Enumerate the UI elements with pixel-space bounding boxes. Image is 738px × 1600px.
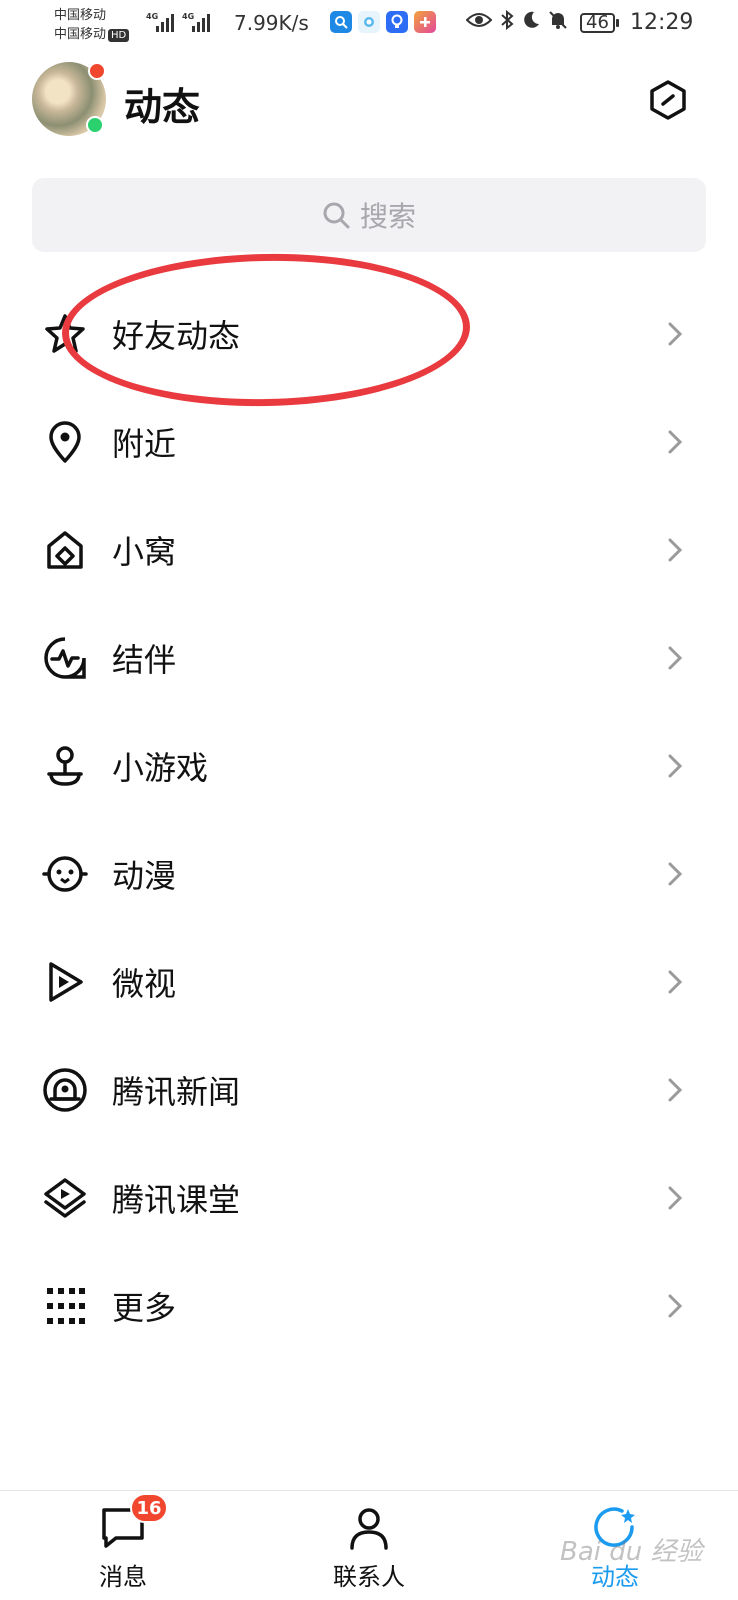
news-bell-icon [42,1067,88,1113]
hd-badge: HD [108,29,130,42]
chevron-right-icon [662,1293,688,1319]
menu-item-label: 动漫 [112,857,177,895]
menu-item-mini-games[interactable]: 小游戏 [0,712,738,820]
signal-indicators: 4G 4G [146,12,210,32]
chevron-right-icon [662,645,688,671]
signal-2-icon: 4G [182,12,210,32]
tab-label: 消息 [99,1563,147,1591]
status-bar: 中国移动 中国移动 HD 4G 4G 7.99K/s 46 12:29 [0,0,738,48]
chevron-right-icon [662,321,688,347]
menu-item-tencent-classroom[interactable]: 腾讯课堂 [0,1144,738,1252]
moon-icon [522,11,540,34]
chevron-right-icon [662,969,688,995]
grid-dots-icon [42,1283,88,1329]
menu-item-companion[interactable]: 结伴 [0,604,738,712]
bell-off-icon [548,10,568,35]
carrier-1: 中国移动 [54,8,107,23]
menu-item-label: 好友动态 [112,317,241,355]
menu-item-friend-feed[interactable]: 好友动态 [0,280,738,388]
pulse-icon [42,635,88,681]
network-speed: 7.99K/s [234,11,309,35]
search-bar[interactable]: 搜索 [32,178,706,252]
settings-button[interactable] [648,80,688,120]
tab-label: 动态 [591,1563,639,1591]
chevron-right-icon [662,1185,688,1211]
chevron-right-icon [662,861,688,887]
unread-badge: 16 [130,1493,168,1523]
menu-item-label: 更多 [112,1289,177,1327]
carrier-2: 中国移动 [54,27,107,42]
chevron-right-icon [662,753,688,779]
menu-item-label: 腾讯课堂 [112,1181,241,1219]
tab-label: 联系人 [333,1563,405,1591]
tab-contacts[interactable]: 联系人 [294,1491,444,1600]
menu-item-label: 小游戏 [112,749,209,787]
house-icon [42,527,88,573]
menu-item-weishi[interactable]: 微视 [0,928,738,1036]
clock: 12:29 [630,10,694,35]
menu-item-nest[interactable]: 小窝 [0,496,738,604]
menu-item-label: 附近 [112,425,177,463]
menu-item-anime[interactable]: 动漫 [0,820,738,928]
chevron-right-icon [662,1077,688,1103]
online-status-dot [86,116,104,134]
signal-1-icon: 4G [146,12,174,32]
location-pin-icon [42,419,88,465]
notification-app-icons [330,11,436,33]
play-icon [42,959,88,1005]
battery-indicator: 46 [580,12,619,33]
classroom-icon [42,1175,88,1221]
menu-item-label: 腾讯新闻 [112,1073,241,1111]
notification-dot [88,62,106,80]
tab-discover[interactable]: 动态 [540,1491,690,1600]
cloud-app-icon [358,11,380,33]
menu-item-nearby[interactable]: 附近 [0,388,738,496]
menu-item-label: 小窝 [112,533,177,571]
carrier-info: 中国移动 中国移动 HD [54,6,130,44]
page-header: 动态 [0,60,738,140]
star-icon [42,311,88,357]
bluetooth-icon [500,9,514,35]
eye-icon [465,11,493,34]
search-icon [323,202,350,229]
menu-item-label: 微视 [112,965,177,1003]
menu-item-label: 结伴 [112,641,177,679]
penguin-face-icon [42,851,88,897]
hexagon-settings-icon [650,80,686,120]
search-app-icon [330,11,352,33]
chevron-right-icon [662,537,688,563]
plus-app-icon [414,11,436,33]
joystick-icon [42,743,88,789]
menu-item-more[interactable]: 更多 [0,1252,738,1360]
page-title: 动态 [124,85,201,129]
person-icon [346,1505,392,1551]
chat-bubble-icon: 16 [100,1493,168,1551]
bottom-nav: 16 消息 联系人 动态 Bai du 经验 [0,1490,738,1600]
chevron-right-icon [662,429,688,455]
system-icons: 46 [465,9,619,35]
search-placeholder: 搜索 [359,200,416,233]
menu-item-tencent-news[interactable]: 腾讯新闻 [0,1036,738,1144]
bulb-app-icon [386,11,408,33]
tab-messages[interactable]: 16 消息 [48,1491,198,1600]
discover-menu: 好友动态 附近 小窝 结伴 小游戏 动漫 微视 腾讯新闻 腾讯课堂 更多 [0,280,738,1360]
star-orbit-icon [592,1505,638,1551]
